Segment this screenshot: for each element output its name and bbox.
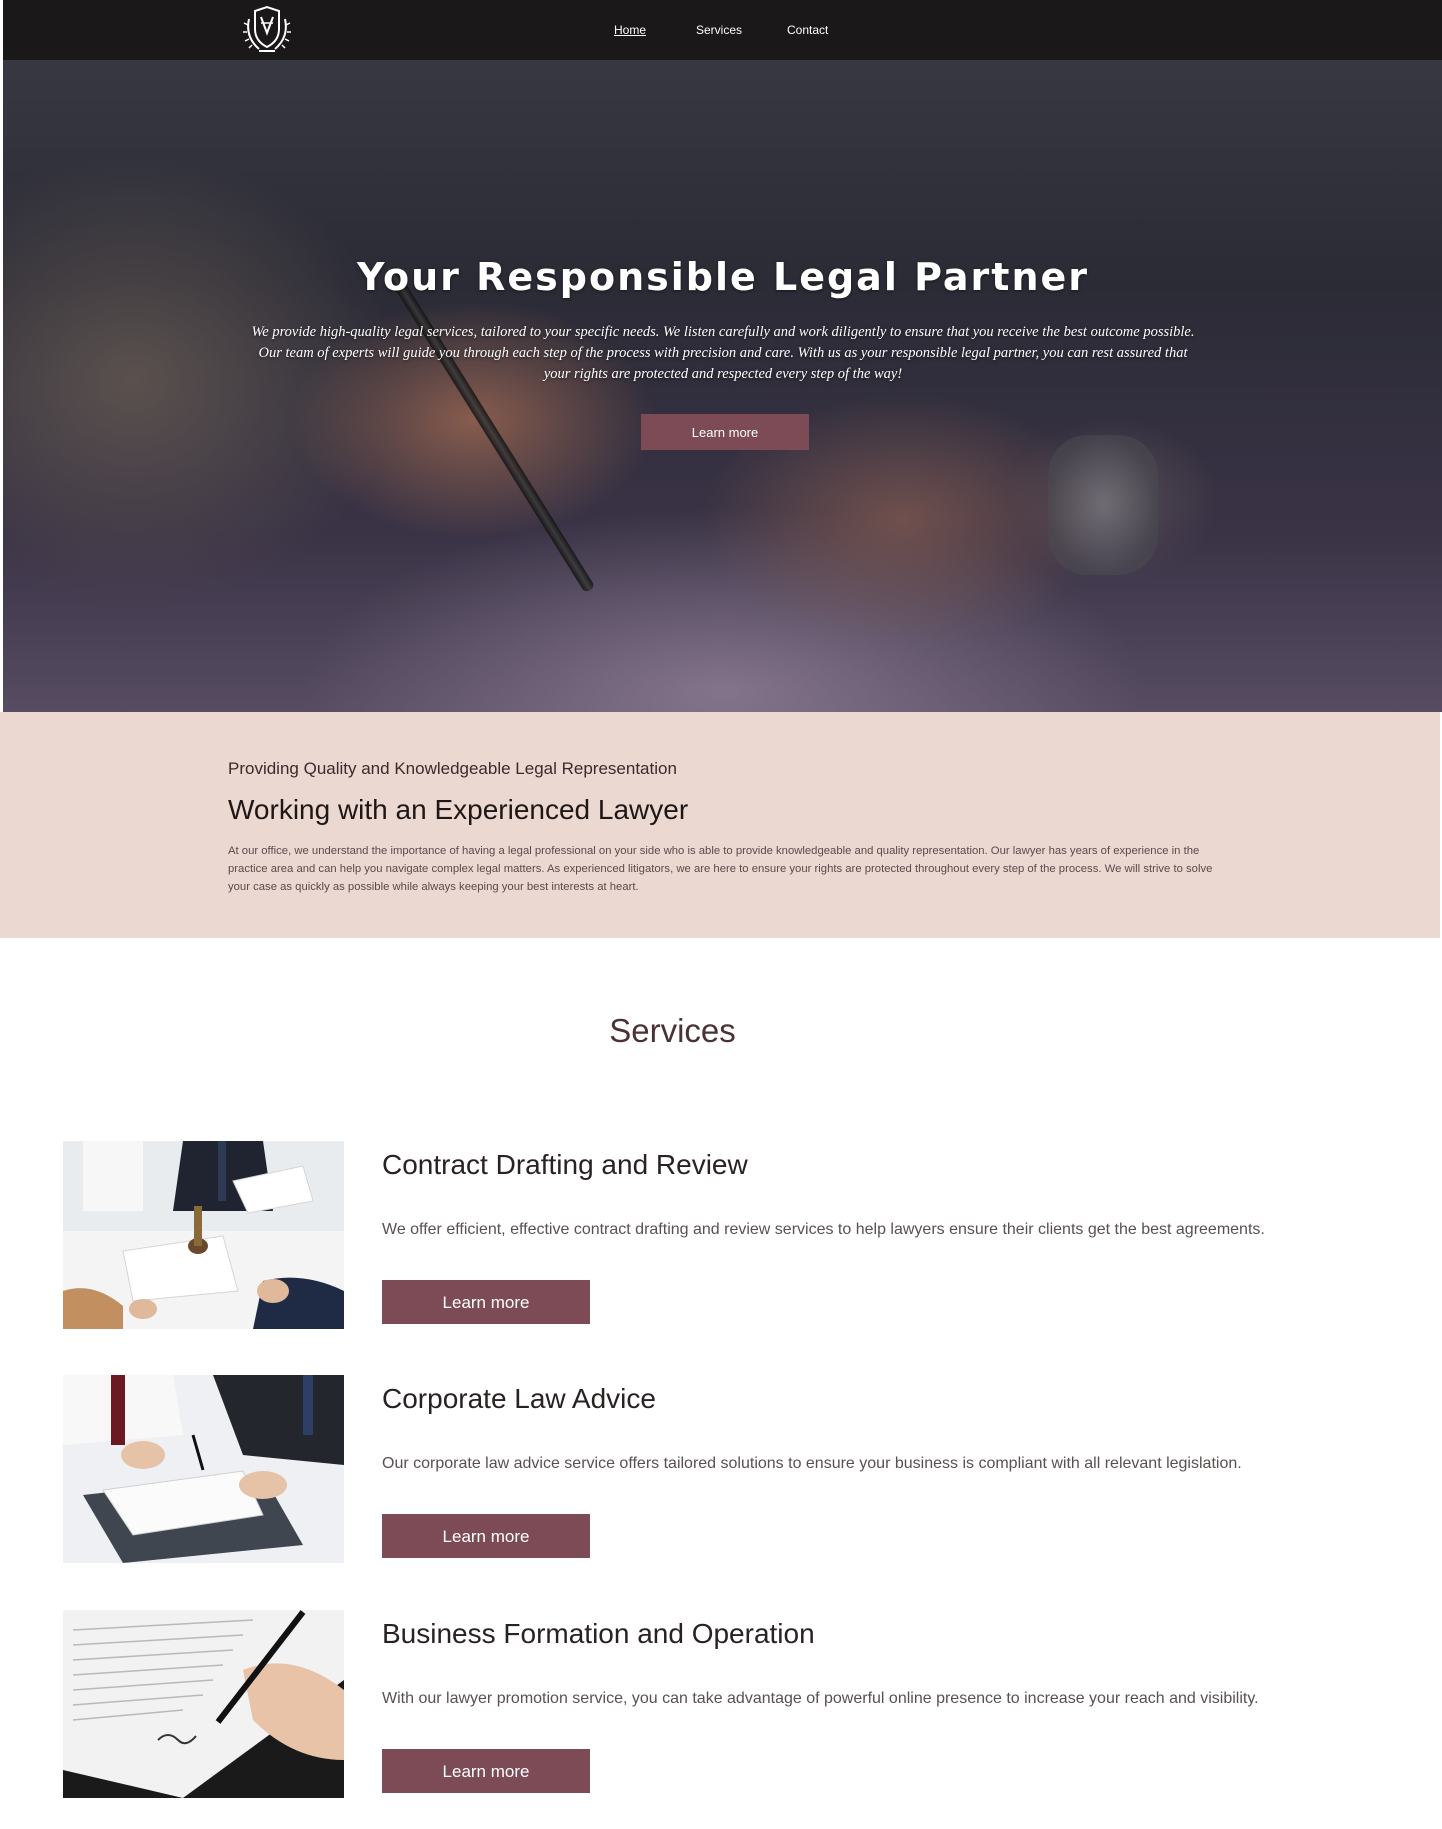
page: Home Services Contact Your Responsible L… <box>0 0 1442 1829</box>
service-description: Our corporate law advice service offers … <box>382 1455 1242 1472</box>
service-learn-more-button[interactable]: Learn more <box>382 1749 590 1793</box>
service-item-business-formation: Business Formation and Operation With ou… <box>0 1610 1442 1800</box>
service-item-contract-drafting: Contract Drafting and Review We offer ef… <box>0 1141 1442 1331</box>
service-item-corporate-law: Corporate Law Advice Our corporate law a… <box>0 1375 1442 1565</box>
about-kicker: Providing Quality and Knowledgeable Lega… <box>228 759 677 778</box>
hero-section: Home Services Contact Your Responsible L… <box>3 0 1442 712</box>
nav-link-home[interactable]: Home <box>614 23 646 37</box>
hero-watch-graphic <box>1048 435 1158 575</box>
service-image-contract-drafting <box>63 1141 344 1329</box>
service-learn-more-button[interactable]: Learn more <box>382 1514 590 1558</box>
hero-pen-graphic <box>383 264 596 594</box>
service-title: Contract Drafting and Review <box>382 1149 748 1180</box>
service-learn-more-button[interactable]: Learn more <box>382 1280 590 1324</box>
hero-description: We provide high-quality legal services, … <box>251 324 1195 382</box>
hero-learn-more-button[interactable]: Learn more <box>641 414 809 450</box>
service-image-business-formation <box>63 1610 344 1798</box>
services-heading: Services <box>609 1012 736 1049</box>
service-description: With our lawyer promotion service, you c… <box>382 1690 1259 1707</box>
service-title: Business Formation and Operation <box>382 1618 815 1649</box>
about-title: Working with an Experienced Lawyer <box>228 794 689 825</box>
service-description: We offer efficient, effective contract d… <box>382 1221 1265 1238</box>
nav-link-services[interactable]: Services <box>696 23 742 37</box>
nav-links: Home Services Contact <box>3 0 1442 60</box>
top-navbar: Home Services Contact <box>3 0 1442 60</box>
about-section: Providing Quality and Knowledgeable Lega… <box>0 712 1440 938</box>
about-description: At our office, we understand the importa… <box>228 845 1213 893</box>
service-title: Corporate Law Advice <box>382 1383 656 1414</box>
hero-title: Your Responsible Legal Partner <box>356 255 1090 299</box>
service-image-corporate-law <box>63 1375 344 1563</box>
nav-link-contact[interactable]: Contact <box>787 23 828 37</box>
